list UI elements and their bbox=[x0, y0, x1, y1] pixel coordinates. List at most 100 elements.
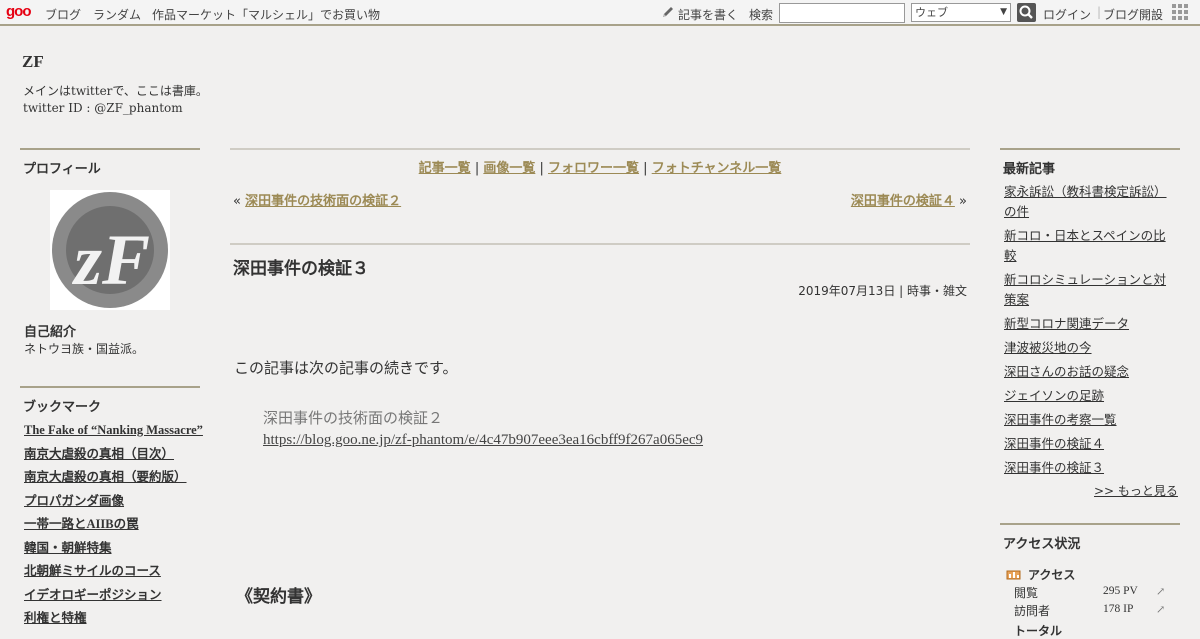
blog-description: メインはtwitterで、ここは書庫。 twitter ID : @ZF_pha… bbox=[23, 83, 208, 117]
divider bbox=[230, 243, 970, 245]
access-chart-icon bbox=[1006, 570, 1021, 580]
bookmark-link[interactable]: 北朝鮮ミサイルのコース bbox=[24, 564, 161, 578]
divider bbox=[230, 148, 970, 150]
section-heading: 《契約書》 bbox=[236, 587, 321, 607]
next-article-link[interactable]: 深田事件の検証４ bbox=[851, 194, 955, 209]
bookmark-link[interactable]: 一帯一路とAIIBの罠 bbox=[24, 517, 139, 531]
next-article: 深田事件の検証４ » bbox=[851, 190, 967, 209]
entry-lead-text: この記事は次の記事の続きです。 bbox=[234, 359, 458, 377]
list-item: 家永訴訟（教科書検定訴訟）の件 bbox=[1004, 182, 1176, 222]
list-item: 南京大虐殺の真相（目次） bbox=[24, 445, 204, 463]
article-list-link[interactable]: 記事一覧 bbox=[419, 161, 471, 176]
follower-list-link[interactable]: フォロワー一覧 bbox=[548, 161, 639, 176]
search-input[interactable] bbox=[779, 3, 905, 23]
avatar[interactable]: zF bbox=[50, 190, 170, 310]
image-list-link[interactable]: 画像一覧 bbox=[483, 161, 535, 176]
avatar-image: zF bbox=[52, 192, 168, 308]
bookmark-link[interactable]: 韓国・朝鮮特集 bbox=[24, 541, 112, 555]
recent-article-link[interactable]: 深田事件の検証３ bbox=[1004, 460, 1104, 475]
svg-text:zF: zF bbox=[71, 220, 150, 300]
bookmark-link[interactable]: 南京大虐殺の真相（要約版） bbox=[24, 470, 187, 484]
separator: | bbox=[535, 161, 549, 176]
access-heading: アクセス状況 bbox=[1000, 523, 1180, 553]
list-item: The Fake of “Nanking Massacre” bbox=[24, 421, 204, 439]
recent-list: 家永訴訟（教科書検定訴訟）の件 新コロ・日本とスペインの比較 新コロシミュレーシ… bbox=[1004, 182, 1176, 482]
bookmark-link[interactable]: プロパガンダ画像 bbox=[24, 494, 124, 508]
login-link[interactable]: ログイン bbox=[1043, 6, 1091, 23]
bookmark-link[interactable]: The Fake of “Nanking Massacre” bbox=[24, 423, 203, 437]
bookmark-link[interactable]: イデオロギーポジション bbox=[24, 588, 162, 602]
pencil-icon bbox=[663, 7, 673, 17]
nav-marche-link[interactable]: 作品マーケット「マルシェル」でお買い物 bbox=[152, 6, 380, 23]
blog-description-line: twitter ID : @ZF_phantom bbox=[23, 101, 183, 115]
list-item: 韓国・朝鮮特集 bbox=[24, 539, 204, 557]
next-mark: » bbox=[959, 194, 967, 209]
quoted-article-title: 深田事件の技術面の検証２ bbox=[263, 409, 444, 427]
recent-article-link[interactable]: 深田事件の考察一覧 bbox=[1004, 412, 1117, 427]
recent-article-link[interactable]: 深田さんのお話の疑念 bbox=[1004, 364, 1129, 379]
bookmark-list: The Fake of “Nanking Massacre” 南京大虐殺の真相（… bbox=[24, 421, 204, 633]
recent-article-link[interactable]: 新コロシミュレーションと対策案 bbox=[1004, 272, 1166, 307]
quoted-article-link[interactable]: https://blog.goo.ne.jp/zf-phantom/e/4c47… bbox=[263, 432, 703, 448]
external-link-icon[interactable]: ↗ bbox=[1156, 585, 1165, 598]
search-button[interactable] bbox=[1017, 3, 1036, 22]
bookmark-link[interactable]: 南京大虐殺の真相（目次） bbox=[24, 447, 174, 461]
separator: | bbox=[639, 161, 652, 176]
more-link[interactable]: >> もっと見る bbox=[1094, 482, 1178, 499]
access-pv-value: 295 PV bbox=[1103, 585, 1138, 597]
list-item: 津波被災地の今 bbox=[1004, 338, 1176, 358]
access-total-label: トータル bbox=[1014, 624, 1063, 638]
external-link-icon[interactable]: ↗ bbox=[1156, 603, 1165, 616]
prev-article-link[interactable]: 深田事件の技術面の検証２ bbox=[245, 194, 401, 209]
nav-blog-link[interactable]: ブログ bbox=[45, 6, 81, 23]
bookmark-link[interactable]: 利権と特権 bbox=[24, 611, 87, 625]
quoted-article-url: https://blog.goo.ne.jp/zf-phantom/e/4c47… bbox=[263, 432, 703, 449]
list-item: 新型コロナ関連データ bbox=[1004, 314, 1176, 334]
list-item: 深田事件の検証３ bbox=[1004, 458, 1176, 478]
recent-heading: 最新記事 bbox=[1000, 148, 1180, 178]
list-item: 深田事件の検証４ bbox=[1004, 434, 1176, 454]
recent-article-link[interactable]: 津波被災地の今 bbox=[1004, 340, 1092, 355]
recent-article-link[interactable]: 家永訴訟（教科書検定訴訟）の件 bbox=[1004, 184, 1167, 219]
apps-grid-icon[interactable] bbox=[1172, 4, 1188, 20]
photo-channel-list-link[interactable]: フォトチャンネル一覧 bbox=[652, 161, 782, 176]
blog-title[interactable]: ZF bbox=[22, 52, 44, 72]
nav-random-link[interactable]: ランダム bbox=[93, 6, 141, 23]
list-item: 利権と特権 bbox=[24, 609, 204, 627]
profile-intro-label: 自己紹介 bbox=[24, 325, 77, 340]
prev-mark: « bbox=[233, 194, 241, 209]
recent-article-link[interactable]: 深田事件の検証４ bbox=[1004, 436, 1104, 451]
list-item: 南京大虐殺の真相（要約版） bbox=[24, 468, 204, 486]
write-article-link[interactable]: 記事を書く bbox=[678, 6, 738, 23]
entry-meta: 2019年07月13日 | 時事・雑文 bbox=[798, 284, 967, 298]
list-item: ジェイソンの足跡 bbox=[1004, 386, 1176, 406]
open-blog-link[interactable]: ブログ開設 bbox=[1103, 6, 1163, 23]
chevron-down-icon: ▼ bbox=[1000, 7, 1007, 17]
profile-heading: プロフィール bbox=[20, 148, 200, 178]
blog-description-line: メインはtwitterで、ここは書庫。 bbox=[23, 84, 208, 98]
goo-logo-text: goo bbox=[6, 3, 31, 20]
recent-article-link[interactable]: 新コロ・日本とスペインの比較 bbox=[1004, 228, 1166, 263]
list-item: プロパガンダ画像 bbox=[24, 492, 204, 510]
list-item: 新コロ・日本とスペインの比較 bbox=[1004, 226, 1176, 266]
list-item: 新コロシミュレーションと対策案 bbox=[1004, 270, 1176, 310]
list-item: イデオロギーポジション bbox=[24, 586, 204, 604]
separator: | bbox=[1097, 5, 1102, 19]
access-ip-value: 178 IP bbox=[1103, 603, 1134, 615]
search-scope-select[interactable]: ウェブ ▼ bbox=[911, 3, 1011, 22]
profile-intro-text: ネトウヨ族・国益派。 bbox=[24, 342, 145, 356]
search-icon bbox=[1019, 5, 1033, 19]
list-item: 深田事件の考察一覧 bbox=[1004, 410, 1176, 430]
goo-logo[interactable]: goo bbox=[6, 3, 31, 20]
page-title: 深田事件の検証３ bbox=[233, 259, 369, 279]
recent-article-link[interactable]: 新型コロナ関連データ bbox=[1004, 316, 1129, 331]
recent-article-link[interactable]: ジェイソンの足跡 bbox=[1004, 388, 1104, 403]
access-pv-label: 閲覧 bbox=[1014, 586, 1039, 600]
article-nav: 記事一覧 | 画像一覧 | フォロワー一覧 | フォトチャンネル一覧 bbox=[230, 157, 970, 176]
search-label: 検索 bbox=[749, 8, 774, 22]
list-item: 北朝鮮ミサイルのコース bbox=[24, 562, 204, 580]
prev-article: « 深田事件の技術面の検証２ bbox=[233, 190, 401, 209]
list-item: 一帯一路とAIIBの罠 bbox=[24, 515, 204, 533]
bookmarks-heading: ブックマーク bbox=[20, 386, 200, 416]
separator: | bbox=[470, 161, 484, 176]
